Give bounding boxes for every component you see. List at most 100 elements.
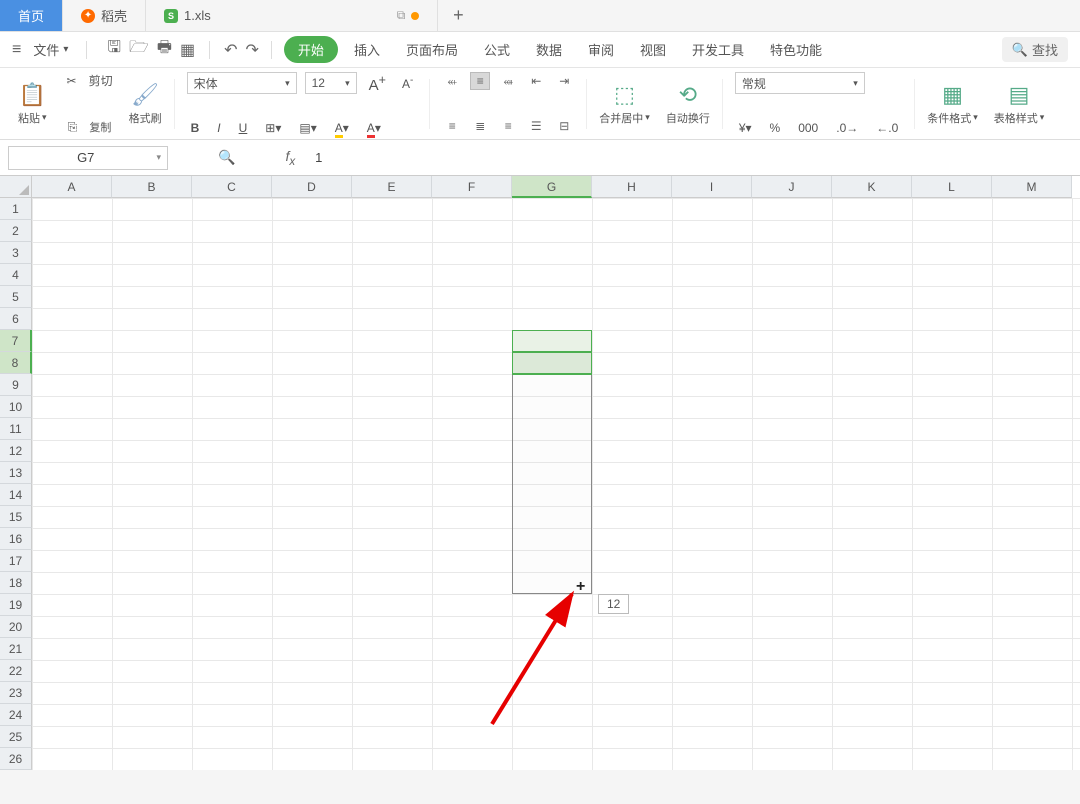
increase-decimal-icon[interactable]: .0→	[832, 121, 862, 135]
file-menu[interactable]: 文件▾	[27, 40, 74, 59]
redo-icon[interactable]: ↷	[246, 40, 259, 60]
column-header[interactable]: F	[432, 176, 512, 198]
align-center-icon[interactable]: ≣	[470, 117, 490, 135]
tab-docer[interactable]: ✦ 稻壳	[63, 0, 146, 31]
row-header[interactable]: 2	[0, 220, 32, 242]
conditional-format-button[interactable]: ▦ 条件格式▾	[919, 82, 986, 126]
cell[interactable]: 1	[512, 330, 592, 352]
column-header[interactable]: C	[192, 176, 272, 198]
row-header[interactable]: 9	[0, 374, 32, 396]
align-right-icon[interactable]: ≡	[498, 117, 518, 135]
font-family-select[interactable]: 宋体▾	[187, 72, 297, 94]
menu-view[interactable]: 视图	[630, 36, 676, 63]
menu-data[interactable]: 数据	[526, 36, 572, 63]
menu-devtools[interactable]: 开发工具	[682, 36, 754, 63]
copy-icon[interactable]: ⎘	[64, 120, 82, 135]
row-header[interactable]: 15	[0, 506, 32, 528]
cells-area[interactable]: 12+12	[32, 198, 1080, 770]
row-header[interactable]: 23	[0, 682, 32, 704]
align-justify-icon[interactable]: ☰	[526, 117, 546, 135]
font-size-select[interactable]: 12▾	[305, 72, 357, 94]
percent-icon[interactable]: %	[766, 121, 785, 135]
cell[interactable]: 2	[512, 352, 592, 374]
undo-icon[interactable]: ↶	[224, 40, 237, 60]
row-header[interactable]: 26	[0, 748, 32, 770]
row-header[interactable]: 16	[0, 528, 32, 550]
decrease-decimal-icon[interactable]: ←.0	[872, 121, 902, 135]
bold-icon[interactable]: B	[187, 121, 204, 135]
menu-insert[interactable]: 插入	[344, 36, 390, 63]
search-fx-icon[interactable]: 🔍	[218, 149, 235, 166]
print-icon[interactable]: 🖶	[157, 36, 172, 63]
row-header[interactable]: 8	[0, 352, 32, 374]
row-header[interactable]: 13	[0, 462, 32, 484]
format-painter-button[interactable]: 🖌 格式刷	[121, 82, 170, 126]
formula-input[interactable]: 1	[305, 150, 1070, 165]
column-header[interactable]: H	[592, 176, 672, 198]
row-header[interactable]: 22	[0, 660, 32, 682]
currency-icon[interactable]: ¥▾	[735, 121, 756, 135]
row-header[interactable]: 10	[0, 396, 32, 418]
column-header[interactable]: A	[32, 176, 112, 198]
column-header[interactable]: E	[352, 176, 432, 198]
menu-formula[interactable]: 公式	[474, 36, 520, 63]
column-header[interactable]: K	[832, 176, 912, 198]
align-middle-icon[interactable]: ≡	[470, 72, 490, 90]
copy-label[interactable]: 复制	[89, 119, 111, 135]
row-header[interactable]: 25	[0, 726, 32, 748]
tab-file[interactable]: S 1.xls ⧉	[146, 0, 438, 31]
new-tab-button[interactable]: +	[438, 0, 478, 31]
menu-review[interactable]: 审阅	[578, 36, 624, 63]
column-header[interactable]: M	[992, 176, 1072, 198]
fill-pattern-icon[interactable]: ▤▾	[295, 121, 320, 135]
indent-increase-icon[interactable]: ⇥	[554, 72, 574, 90]
fill-color-icon[interactable]: A▾	[331, 121, 353, 135]
indent-decrease-icon[interactable]: ⇤	[526, 72, 546, 90]
cut-icon[interactable]: ✂	[63, 74, 81, 88]
paste-button[interactable]: 📋 粘贴▾	[10, 82, 55, 126]
cut-label[interactable]: 剪切	[89, 72, 113, 89]
align-top-icon[interactable]: ⬴	[442, 72, 462, 90]
align-bottom-icon[interactable]: ⬵	[498, 72, 518, 90]
column-header[interactable]: I	[672, 176, 752, 198]
hamburger-icon[interactable]: ≡	[12, 41, 21, 59]
screen-icon[interactable]: ⧉	[397, 8, 406, 23]
spreadsheet-grid[interactable]: ABCDEFGHIJKLM 12345678910111213141516171…	[0, 176, 1080, 770]
menu-start[interactable]: 开始	[284, 36, 338, 63]
merge-center-button[interactable]: ⬚ 合并居中▾	[591, 82, 658, 126]
column-header[interactable]: D	[272, 176, 352, 198]
column-header[interactable]: J	[752, 176, 832, 198]
column-header[interactable]: L	[912, 176, 992, 198]
thousands-icon[interactable]: 000	[794, 121, 822, 135]
number-format-select[interactable]: 常规▾	[735, 72, 865, 94]
row-header[interactable]: 18	[0, 572, 32, 594]
row-header[interactable]: 14	[0, 484, 32, 506]
save-as-icon[interactable]: 🗁	[129, 36, 149, 63]
name-box[interactable]: G7 ▾	[8, 146, 168, 170]
increase-font-icon[interactable]: A+	[365, 73, 390, 94]
font-color-icon[interactable]: A▾	[363, 121, 385, 135]
row-header[interactable]: 6	[0, 308, 32, 330]
align-distribute-icon[interactable]: ⊟	[554, 117, 574, 135]
row-header[interactable]: 24	[0, 704, 32, 726]
row-header[interactable]: 1	[0, 198, 32, 220]
menu-page-layout[interactable]: 页面布局	[396, 36, 468, 63]
column-header[interactable]: B	[112, 176, 192, 198]
decrease-font-icon[interactable]: A-	[398, 75, 417, 91]
fx-icon[interactable]: fx	[285, 148, 295, 168]
tab-home[interactable]: 首页	[0, 0, 63, 31]
column-header[interactable]: G	[512, 176, 592, 198]
row-header[interactable]: 12	[0, 440, 32, 462]
underline-icon[interactable]: U	[235, 121, 252, 135]
save-icon[interactable]: 🖫	[107, 36, 121, 63]
row-header[interactable]: 21	[0, 638, 32, 660]
italic-icon[interactable]: I	[213, 121, 224, 135]
table-style-button[interactable]: ▤ 表格样式▾	[986, 82, 1053, 126]
align-left-icon[interactable]: ≡	[442, 117, 462, 135]
row-header[interactable]: 5	[0, 286, 32, 308]
wrap-text-button[interactable]: ⟲ 自动换行	[658, 82, 718, 126]
row-header[interactable]: 11	[0, 418, 32, 440]
row-header[interactable]: 4	[0, 264, 32, 286]
row-header[interactable]: 17	[0, 550, 32, 572]
row-header[interactable]: 7	[0, 330, 32, 352]
